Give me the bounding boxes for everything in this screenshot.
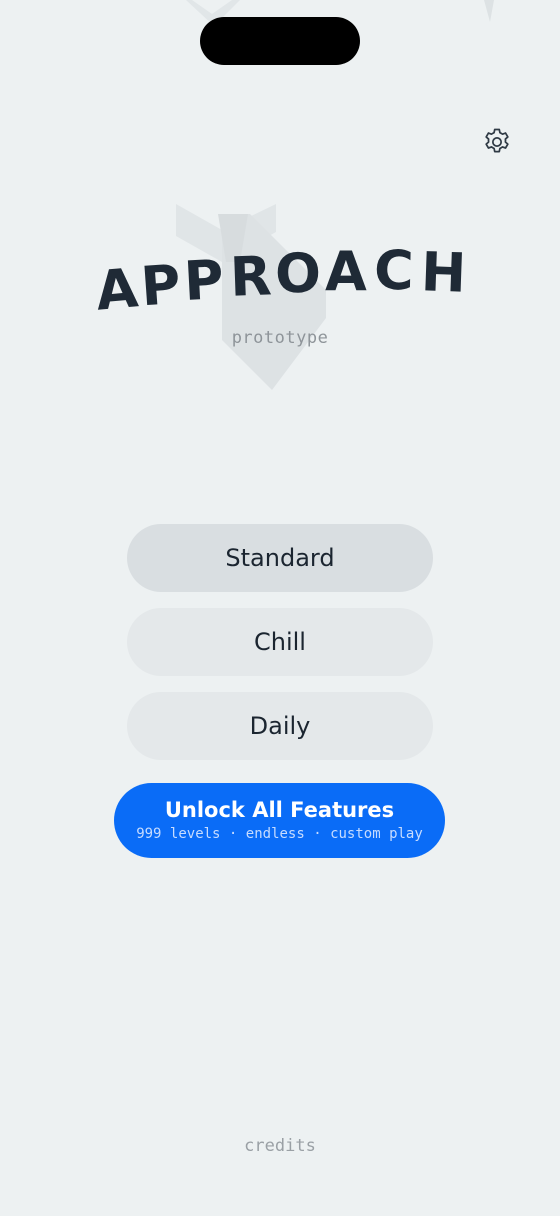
standard-mode-button[interactable]: Standard xyxy=(127,524,433,592)
credits-link[interactable]: credits xyxy=(230,1136,330,1156)
title-letter: A xyxy=(93,256,141,323)
title-letter: A xyxy=(325,240,367,303)
unlock-title: Unlock All Features xyxy=(164,798,395,822)
title-letter: P xyxy=(182,248,226,313)
unlock-all-features-button[interactable]: Unlock All Features 999 levels · endless… xyxy=(114,783,445,858)
dynamic-island xyxy=(200,17,360,65)
settings-button[interactable] xyxy=(477,122,517,162)
app-subtitle: prototype xyxy=(231,328,329,348)
chill-mode-button[interactable]: Chill xyxy=(127,608,433,676)
unlock-subtitle: 999 levels · endless · custom play xyxy=(136,826,423,842)
standard-mode-label: Standard xyxy=(225,544,335,572)
title-letter: H xyxy=(419,240,468,305)
chill-mode-label: Chill xyxy=(254,628,306,656)
title-letter: O xyxy=(274,241,322,306)
title-letter: P xyxy=(138,252,183,319)
title-letter: C xyxy=(373,238,415,303)
title-letter: R xyxy=(228,244,273,309)
app-title: A P P R O A C H xyxy=(0,230,560,330)
daily-mode-button[interactable]: Daily xyxy=(127,692,433,760)
daily-mode-label: Daily xyxy=(249,712,311,740)
gear-icon xyxy=(485,128,509,153)
